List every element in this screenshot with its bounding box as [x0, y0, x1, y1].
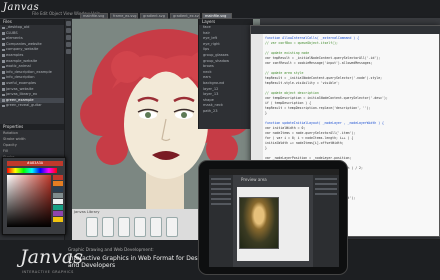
color-swatch[interactable] — [53, 193, 63, 198]
library-item[interactable] — [134, 217, 146, 237]
file-list: _desktop_old CLUBS elements Companies_websi… — [0, 25, 64, 109]
file-item[interactable]: green_reveal_guitar — [0, 103, 64, 109]
layer-item[interactable]: path_23 — [199, 109, 253, 115]
library-item[interactable] — [118, 217, 130, 237]
mona-lisa-image — [239, 197, 279, 249]
tablet-device: Preview area — [198, 160, 348, 275]
files-panel: Files _desktop_old CLUBS elements Companies… — [0, 19, 65, 124]
layers-panel: Layers face hair eye_left eye_right lips grou… — [198, 19, 253, 129]
preview-area-label: Preview area — [241, 177, 267, 182]
brand-subtitle: INTERACTIVE GRAPHICS — [22, 270, 74, 274]
color-swatch[interactable] — [53, 175, 63, 180]
tablet-properties — [313, 175, 339, 267]
color-hex-value[interactable]: #A83A3A — [7, 161, 63, 166]
tablet-sidebar — [209, 175, 233, 267]
color-swatch[interactable] — [53, 211, 63, 216]
shape-tool-icon[interactable] — [66, 35, 71, 40]
pen-tool-icon[interactable] — [66, 28, 71, 33]
library-item[interactable] — [102, 217, 114, 237]
saturation-field[interactable] — [7, 175, 51, 227]
library-item[interactable] — [86, 217, 98, 237]
brand-tagline: Interactive Graphics in Web Format for D… — [68, 255, 217, 269]
select-tool-icon[interactable] — [66, 21, 71, 26]
text-tool-icon[interactable] — [66, 42, 71, 47]
library-item[interactable] — [150, 217, 162, 237]
library-item[interactable] — [166, 217, 178, 237]
swatch-list — [53, 175, 63, 227]
color-swatch[interactable] — [53, 187, 63, 192]
hue-slider[interactable] — [7, 168, 57, 173]
color-swatch[interactable] — [53, 181, 63, 186]
brand-caption: Graphic Drawing and Web Development: — [68, 247, 154, 252]
layer-list: face hair eye_left eye_right lips group_glass… — [199, 25, 253, 115]
tool-strip — [65, 19, 72, 240]
library-title: Janvas Library — [74, 210, 100, 214]
tablet-screen: Preview area — [209, 169, 339, 267]
color-picker[interactable]: #A83A3A — [2, 157, 66, 235]
zoom-tool-icon[interactable] — [66, 49, 71, 54]
color-swatch[interactable] — [53, 205, 63, 210]
code-editor-titlebar — [251, 26, 440, 34]
color-swatch[interactable] — [53, 199, 63, 204]
color-swatch[interactable] — [53, 217, 63, 222]
